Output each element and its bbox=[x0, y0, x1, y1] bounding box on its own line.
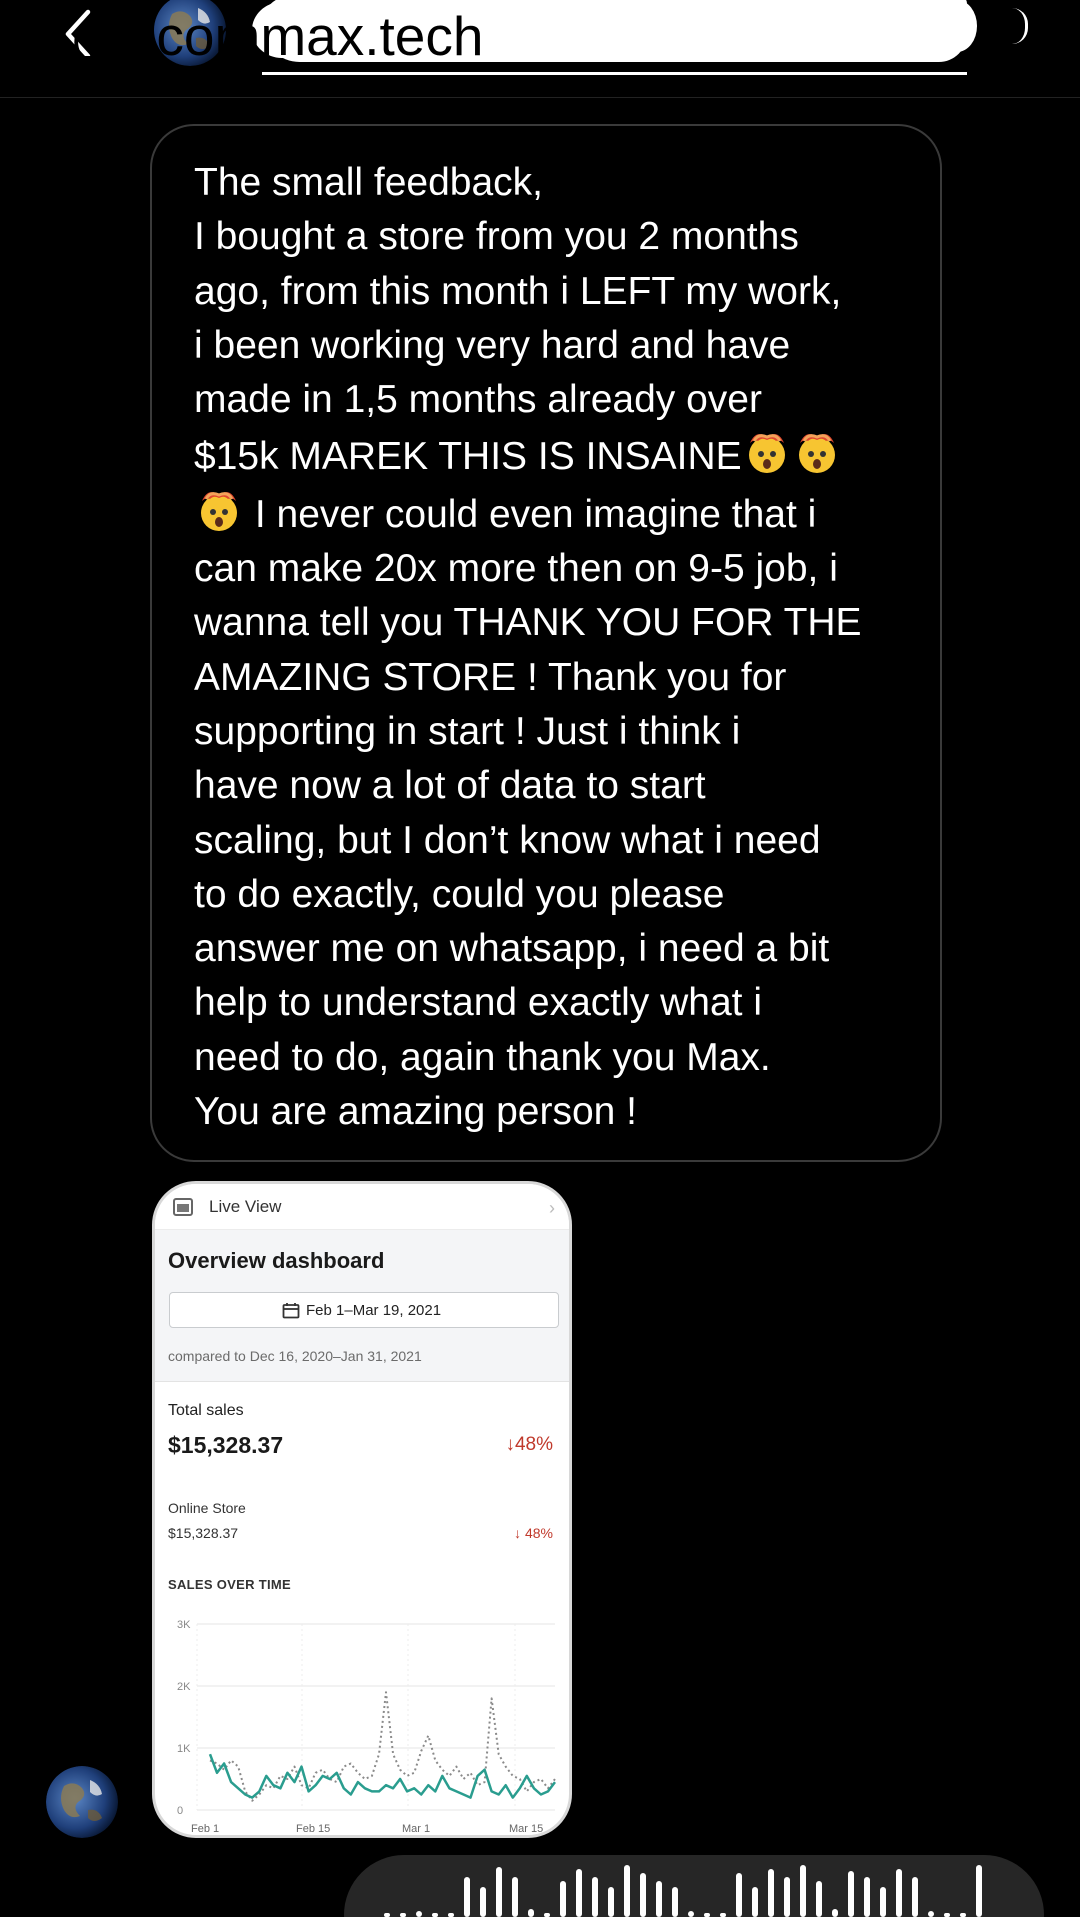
waveform-bar bbox=[928, 1911, 934, 1917]
waveform-bar bbox=[448, 1913, 454, 1917]
x-tick-label: Feb 1 bbox=[191, 1823, 219, 1835]
message-line: scaling, but I don’t know what i need bbox=[194, 818, 821, 862]
y-tick-label: 3K bbox=[177, 1619, 191, 1631]
message-line: to do exactly, could you please bbox=[194, 872, 725, 916]
avatar[interactable] bbox=[46, 1766, 118, 1838]
waveform-bar bbox=[656, 1881, 662, 1917]
date-range-button: Feb 1–Mar 19, 2021 bbox=[169, 1292, 559, 1328]
x-tick-label: Mar 15 bbox=[509, 1823, 543, 1835]
y-tick-label: 0 bbox=[177, 1805, 183, 1817]
message-line: can make 20x more then on 9-5 job, i bbox=[194, 547, 838, 591]
online-store-value: $15,328.37 bbox=[168, 1525, 239, 1541]
waveform-bar bbox=[784, 1877, 790, 1917]
waveform-bar bbox=[592, 1877, 598, 1917]
online-store-change: ↓ 48% bbox=[514, 1525, 553, 1541]
waveform-bar bbox=[432, 1913, 438, 1917]
waveform-bar bbox=[800, 1865, 806, 1917]
message-line: You are amazing person ! bbox=[194, 1090, 638, 1134]
sales-over-time-chart: 0 1K 2K 3K Feb 1 Feb 15 Mar 1 Mar 15 bbox=[177, 1619, 556, 1835]
message-line: ago, from this month i LEFT my work, bbox=[194, 269, 842, 313]
date-range-label: Feb 1–Mar 19, 2021 bbox=[306, 1302, 442, 1319]
waveform-bar bbox=[880, 1887, 886, 1917]
waveform-bar bbox=[896, 1869, 902, 1917]
waveform-bar bbox=[608, 1887, 614, 1917]
series-line-current bbox=[208, 1753, 556, 1799]
waveform-bar bbox=[576, 1869, 582, 1917]
message-line: AMAZING STORE ! Thank you for bbox=[194, 655, 787, 699]
x-tick-label: Feb 15 bbox=[296, 1823, 330, 1835]
waveform-bar bbox=[832, 1909, 838, 1917]
username[interactable]: @ecommax.tech bbox=[70, 4, 483, 68]
username-underline bbox=[262, 72, 967, 75]
shared-screenshot[interactable]: Live View › Overview dashboard Feb 1–Mar… bbox=[152, 1181, 572, 1838]
waveform-bar bbox=[848, 1871, 854, 1917]
voice-message[interactable] bbox=[344, 1855, 1044, 1917]
message-line: answer me on whatsapp, i need a bit bbox=[194, 927, 830, 971]
waveform-bar bbox=[464, 1877, 470, 1917]
live-view-icon bbox=[173, 1198, 193, 1216]
waveform-bar bbox=[720, 1913, 726, 1917]
info-icon[interactable] bbox=[1012, 8, 1028, 44]
overview-title: Overview dashboard bbox=[168, 1248, 385, 1273]
waveform-bar bbox=[816, 1881, 822, 1917]
waveform-bar bbox=[640, 1873, 646, 1917]
message-line: need to do, again thank you Max. bbox=[194, 1035, 771, 1079]
waveform-bar bbox=[624, 1865, 630, 1917]
message-line: i been working very hard and have bbox=[194, 323, 791, 367]
message-line: have now a lot of data to start bbox=[194, 764, 706, 808]
waveform-bar bbox=[512, 1877, 518, 1917]
message-line: I bought a store from you 2 months bbox=[194, 215, 799, 259]
y-tick-label: 2K bbox=[177, 1681, 191, 1693]
total-sales-change: ↓48% bbox=[505, 1434, 553, 1455]
message-line: $15k MAREK THIS IS INSAINE bbox=[194, 427, 900, 484]
waveform-bar bbox=[496, 1867, 502, 1917]
message-line: help to understand exactly what i bbox=[194, 981, 763, 1025]
waveform-bar bbox=[944, 1913, 950, 1917]
message-line: made in 1,5 months already over bbox=[194, 378, 762, 422]
waveform-bar bbox=[416, 1911, 422, 1917]
message-text: I never could even imagine that i bbox=[244, 492, 817, 536]
waveform-bar bbox=[912, 1877, 918, 1917]
exploding-head-emoji-icon bbox=[798, 434, 835, 474]
online-store-label: Online Store bbox=[168, 1500, 246, 1516]
waveform-bar bbox=[544, 1913, 550, 1917]
live-view-label: Live View bbox=[209, 1197, 282, 1216]
waveform-bar bbox=[480, 1887, 486, 1917]
compared-text: compared to Dec 16, 2020–Jan 31, 2021 bbox=[168, 1348, 422, 1364]
overview-header: Overview dashboard Feb 1–Mar 19, 2021 co… bbox=[155, 1230, 569, 1382]
exploding-head-emoji-icon bbox=[201, 491, 237, 531]
waveform-bar bbox=[400, 1913, 406, 1917]
live-view-bar: Live View › bbox=[155, 1184, 569, 1230]
waveform-bar bbox=[736, 1873, 742, 1917]
chevron-right-icon: › bbox=[549, 1198, 555, 1218]
waveform-bar bbox=[384, 1913, 390, 1917]
x-tick-label: Mar 1 bbox=[402, 1823, 430, 1835]
message-line: I never could even imagine that i bbox=[194, 485, 900, 542]
waveform-bar bbox=[768, 1869, 774, 1917]
message-line: The small feedback, bbox=[194, 161, 544, 204]
waveform-bar bbox=[976, 1865, 982, 1917]
waveform-bar bbox=[704, 1913, 710, 1917]
waveform-bar bbox=[960, 1913, 966, 1917]
waveform-bar bbox=[864, 1877, 870, 1917]
total-sales-value: $15,328.37 bbox=[168, 1432, 284, 1458]
total-sales-label: Total sales bbox=[168, 1402, 244, 1419]
message-line: supporting in start ! Just i think i bbox=[194, 709, 741, 753]
sales-over-time-label: SALES OVER TIME bbox=[168, 1577, 291, 1592]
waveform-bar bbox=[688, 1911, 694, 1917]
y-tick-label: 1K bbox=[177, 1743, 191, 1755]
chat-header: @ecommax.tech bbox=[0, 0, 1080, 98]
waveform-bar bbox=[528, 1909, 534, 1917]
waveform-bar bbox=[560, 1881, 566, 1917]
waveform-bar bbox=[672, 1887, 678, 1917]
waveform-bar bbox=[752, 1887, 758, 1917]
sales-section: Total sales $15,328.37 ↓48% Online Store… bbox=[155, 1382, 569, 1835]
calendar-icon bbox=[282, 1303, 300, 1319]
message-text: $15k MAREK THIS IS INSAINE bbox=[194, 435, 742, 479]
message-line: wanna tell you THANK YOU FOR THE bbox=[194, 601, 862, 645]
exploding-head-emoji-icon bbox=[748, 434, 785, 474]
message-bubble: The small feedback, I bought a store fro… bbox=[150, 124, 942, 1162]
